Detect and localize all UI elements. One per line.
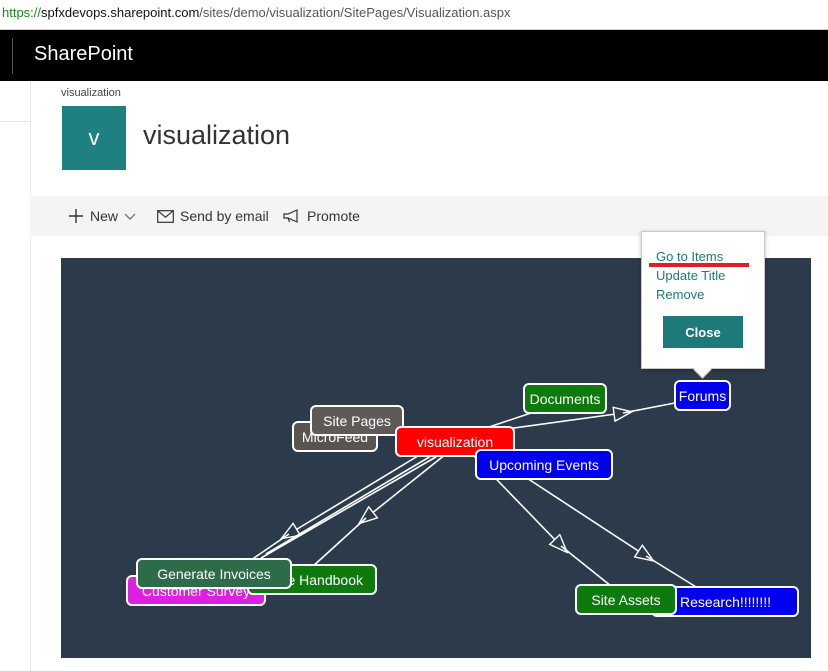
node-label: visualization [416, 433, 494, 450]
breadcrumb[interactable]: visualization [61, 87, 121, 99]
left-nav-divider [0, 121, 30, 122]
remove-link[interactable]: Remove [656, 287, 704, 302]
update-title-link[interactable]: Update Title [656, 268, 725, 283]
go-to-items-link[interactable]: Go to Items [656, 249, 723, 264]
plus-icon [68, 208, 84, 224]
edge-invoices-segment [250, 533, 290, 561]
node-label: Generate Invoices [157, 565, 271, 582]
address-bar[interactable]: https://spfxdevops.sharepoint.com/sites/… [0, 0, 828, 30]
url-scheme: https:// [2, 5, 42, 20]
node-generate-invoices[interactable]: Generate Invoices [136, 558, 292, 589]
site-logo[interactable]: v [62, 106, 126, 170]
node-context-popup: Go to Items Update Title Remove Close [641, 231, 765, 379]
edge-handbook-segment [310, 517, 367, 569]
mail-icon [157, 209, 174, 223]
node-label: Site Assets [591, 591, 661, 608]
url-host: spfxdevops.sharepoint.com [41, 5, 200, 20]
send-by-email-label: Send by email [180, 208, 269, 224]
node-label: Site Pages [323, 412, 391, 429]
edge-visualization-survey-2 [260, 453, 442, 559]
command-bar: New Send by email Promote [30, 196, 828, 236]
promote-button[interactable]: Promote [283, 196, 360, 236]
node-label: Upcoming Events [489, 456, 599, 473]
node-label: e Handbook [287, 571, 363, 588]
sharepoint-brand-link[interactable]: SharePoint [34, 43, 133, 66]
node-label: Documents [529, 390, 601, 407]
node-documents[interactable]: Documents [523, 383, 607, 414]
node-label: Forums [678, 387, 727, 404]
site-title[interactable]: visualization [143, 120, 290, 151]
url-path: /sites/demo/visualization/SitePages/Visu… [199, 5, 511, 20]
edge-visualization-survey [265, 452, 437, 555]
node-forums[interactable]: Forums [674, 380, 731, 411]
new-button[interactable]: New [68, 196, 136, 236]
promote-label: Promote [307, 208, 360, 224]
chevron-down-icon [124, 210, 136, 222]
close-button[interactable]: Close [663, 316, 743, 348]
node-upcoming-events[interactable]: Upcoming Events [475, 449, 613, 480]
new-button-label: New [90, 208, 119, 224]
megaphone-icon [283, 209, 301, 223]
node-site-pages[interactable]: Site Pages [310, 405, 404, 436]
node-label: Research!!!!!!!! [679, 593, 771, 610]
suite-bar: SharePoint [0, 30, 828, 81]
edge-visualization-invoices [289, 447, 432, 534]
send-by-email-button[interactable]: Send by email [157, 196, 269, 236]
suite-bar-divider [12, 38, 13, 74]
node-site-assets[interactable]: Site Assets [575, 584, 677, 615]
left-navigation [0, 81, 31, 671]
red-underline-annotation [649, 263, 749, 267]
